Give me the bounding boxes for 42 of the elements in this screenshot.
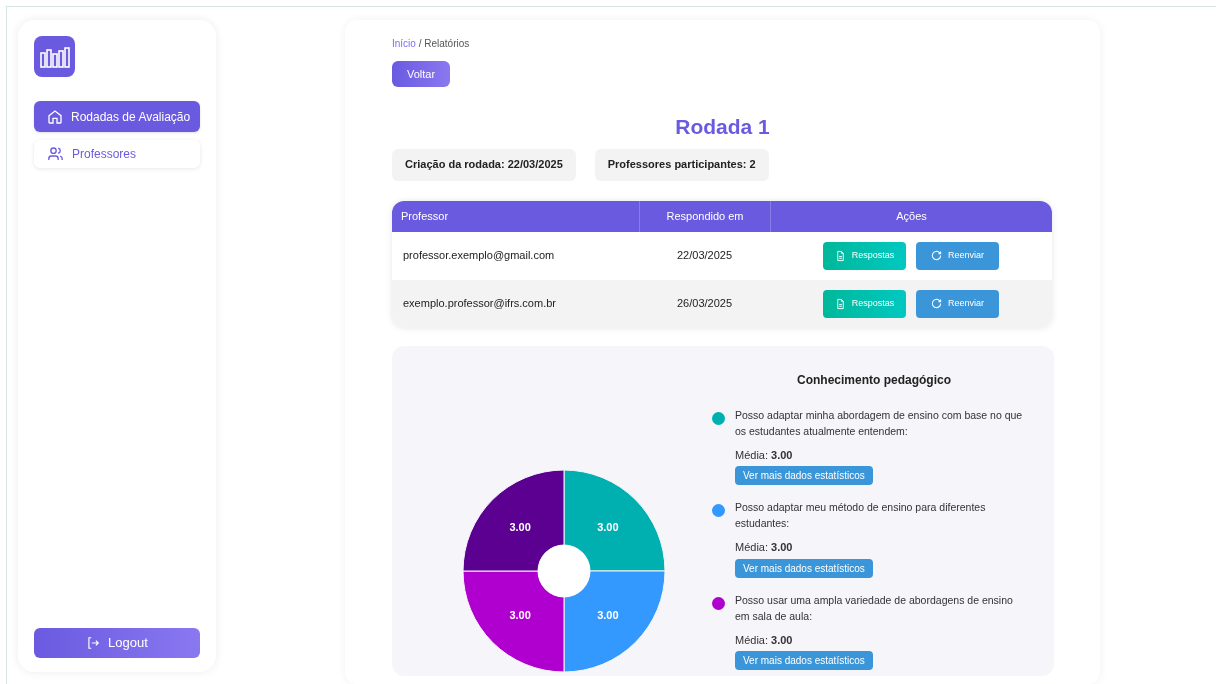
mean-text: Média: 3.00 — [735, 540, 793, 555]
slice-value-label: 3.00 — [597, 608, 619, 621]
column-header: Ações — [770, 200, 1052, 232]
logout-icon — [86, 636, 101, 650]
logo-icon — [34, 36, 75, 77]
resend-button[interactable]: Reenviar — [916, 289, 999, 318]
responses-button[interactable]: Respostas — [823, 241, 906, 270]
statistics-button[interactable]: Ver mais dados estatísticos — [735, 466, 873, 485]
logout-button[interactable]: Logout — [34, 628, 200, 658]
page-title: Rodada 1 — [674, 114, 771, 140]
chart-title: Conhecimento pedagógico — [796, 371, 952, 389]
responses-button[interactable]: Respostas — [823, 289, 906, 318]
info-card: Professores participantes: 2 — [594, 148, 769, 181]
info-card: Criação da rodada: 22/03/2025 — [392, 148, 576, 181]
column-header: Respondido em — [639, 200, 770, 232]
slice-value-label: 3.00 — [509, 520, 531, 533]
table-cell-text: 26/03/2025 — [675, 296, 734, 312]
document-icon — [834, 249, 846, 262]
question-text: Posso adaptar minha abordagem de ensino com base no que os estudantes atualmente entendem: — [735, 407, 1024, 439]
sidebar-item[interactable]: Rodadas de Avaliação — [34, 101, 200, 132]
resend-button[interactable]: Reenviar — [916, 241, 999, 270]
table-cell-text: professor.exemplo@gmail.com — [402, 248, 556, 264]
mean-text: Média: 3.00 — [735, 632, 793, 648]
home-icon — [47, 108, 63, 125]
breadcrumb-current: / Relatórios — [418, 38, 470, 49]
table-cell-text: exemplo.professor@ifrs.com.br — [402, 296, 557, 312]
slice-value-label: 3.00 — [597, 520, 619, 533]
statistics-button[interactable]: Ver mais dados estatísticos — [735, 651, 873, 670]
refresh-icon — [931, 250, 942, 261]
question-text: Posso usar uma ampla variedade de abordagens de ensino em sala de aula: — [735, 592, 1014, 624]
slice-value-label: 3.00 — [509, 608, 531, 621]
sidebar-item[interactable]: Professores — [34, 140, 200, 168]
mean-text: Média: 3.00 — [735, 447, 793, 463]
back-button[interactable]: Voltar — [392, 61, 451, 87]
statistics-button[interactable]: Ver mais dados estatísticos — [735, 558, 873, 578]
column-header: Professor — [400, 208, 450, 224]
question-text: Posso adaptar meu método de ensino para diferentes estudantes: — [735, 500, 987, 531]
breadcrumb-link[interactable]: Início — [392, 38, 416, 49]
document-icon — [834, 297, 846, 310]
table-cell-text: 22/03/2025 — [675, 248, 734, 264]
users-icon — [47, 146, 64, 162]
refresh-icon — [931, 298, 942, 309]
